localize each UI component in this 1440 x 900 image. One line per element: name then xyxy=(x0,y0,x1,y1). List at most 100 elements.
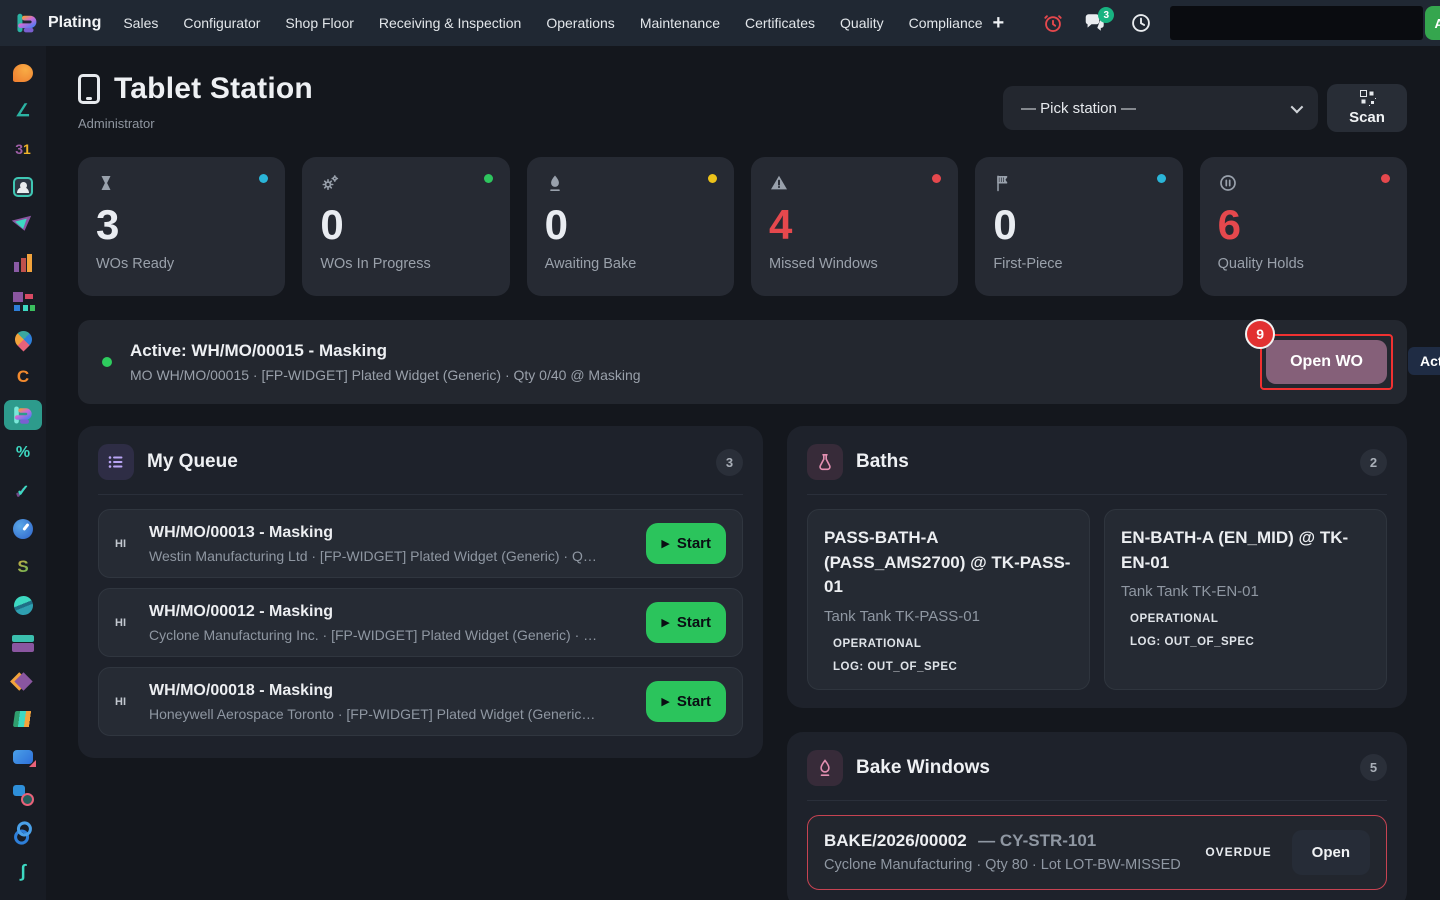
sidebar-app-discount[interactable]: % xyxy=(4,438,42,468)
priority-badge: HI xyxy=(115,617,133,629)
knowledge-icon: ∠ xyxy=(11,99,35,123)
sidebar-app-graph[interactable] xyxy=(4,248,42,278)
chat-icon[interactable]: 3 xyxy=(1078,6,1112,40)
nav-item-compliance[interactable]: Compliance xyxy=(909,15,983,31)
nav-item-quality[interactable]: Quality xyxy=(840,15,884,31)
open-button[interactable]: Open xyxy=(1292,830,1370,875)
plus-icon[interactable]: + xyxy=(983,12,1015,35)
sidebar-app-c[interactable]: C xyxy=(4,362,42,392)
bake-ref: BAKE/2026/00002 xyxy=(824,831,967,850)
sidebar-app-knowledge[interactable]: ∠ xyxy=(4,96,42,126)
divider xyxy=(807,494,1387,495)
alarm-clock-icon[interactable] xyxy=(1036,6,1070,40)
sidebar-app-sphere[interactable] xyxy=(4,590,42,620)
chat-badge: 3 xyxy=(1098,7,1114,23)
sidebar-app-dashboard[interactable] xyxy=(4,286,42,316)
stat-card-missed-windows[interactable]: 4 Missed Windows xyxy=(751,157,958,296)
redacted-search-area[interactable] xyxy=(1170,6,1423,40)
signature-icon: ∫ xyxy=(11,859,35,883)
start-button[interactable]: ▶ Start xyxy=(646,602,726,643)
nav-menu: Sales Configurator Shop Floor Receiving … xyxy=(123,15,982,31)
app-sidebar: ∠ 31 C % ✓ S ∫ xyxy=(0,46,46,900)
percent-icon: % xyxy=(11,441,35,465)
magnifier-icon xyxy=(11,783,35,807)
sidebar-app-lookup[interactable] xyxy=(4,780,42,810)
sidebar-app-calendar[interactable]: 31 xyxy=(4,134,42,164)
sidebar-app-map[interactable] xyxy=(4,324,42,354)
priority-badge: HI xyxy=(115,696,133,708)
bar-chart-icon xyxy=(11,251,35,275)
sidebar-app-presentation[interactable] xyxy=(4,742,42,772)
sidebar-app-plating-active[interactable] xyxy=(4,400,42,430)
bath-card[interactable]: PASS-BATH-A (PASS_AMS2700) @ TK-PASS-01 … xyxy=(807,509,1090,690)
flask-icon xyxy=(807,444,843,480)
stat-card-first-piece[interactable]: 0 First-Piece xyxy=(975,157,1182,296)
start-button[interactable]: ▶ Start xyxy=(646,523,726,564)
flame-icon xyxy=(807,750,843,786)
bath-title: EN-BATH-A (EN_MID) @ TK-EN-01 xyxy=(1121,526,1370,575)
sidebar-app-todo[interactable]: ✓ xyxy=(4,476,42,506)
sidebar-app-messaging[interactable] xyxy=(4,58,42,88)
sidebar-app-s[interactable]: S xyxy=(4,552,42,582)
brand[interactable]: Plating xyxy=(14,10,101,36)
stat-card-wos-ready[interactable]: 3 WOs Ready xyxy=(78,157,285,296)
warning-icon xyxy=(769,172,940,194)
stat-card-wos-in-progress[interactable]: 0 WOs In Progress xyxy=(302,157,509,296)
avatar[interactable]: A xyxy=(1425,6,1440,40)
sidebar-app-library[interactable] xyxy=(4,704,42,734)
stat-card-awaiting-bake[interactable]: 0 Awaiting Bake xyxy=(527,157,734,296)
sidebar-app-time[interactable] xyxy=(4,514,42,544)
wo-subtitle: Honeywell Aerospace Toronto · [FP-WIDGET… xyxy=(149,706,630,722)
station-picker-select[interactable]: — Pick station — xyxy=(1003,86,1318,130)
bath-status: OPERATIONAL xyxy=(824,638,1073,650)
pause-icon xyxy=(1218,172,1389,194)
page-subtitle: Administrator xyxy=(78,116,313,131)
bake-row[interactable]: BAKE/2026/00002 — CY-STR-101 Cyclone Man… xyxy=(807,815,1387,890)
sidebar-app-layers[interactable] xyxy=(4,628,42,658)
sidebar-app-overflow[interactable] xyxy=(4,894,42,900)
scan-button[interactable]: Scan xyxy=(1327,84,1407,132)
active-wo-banner: Active: WH/MO/00015 - Masking MO WH/MO/0… xyxy=(78,320,1407,404)
wo-subtitle: Westin Manufacturing Ltd · [FP-WIDGET] P… xyxy=(149,548,630,564)
nav-item-operations[interactable]: Operations xyxy=(546,15,614,31)
annotation-rect: Open WO xyxy=(1260,334,1393,390)
nav-item-maintenance[interactable]: Maintenance xyxy=(640,15,720,31)
play-icon: ▶ xyxy=(661,616,669,629)
stat-value: 4 xyxy=(769,202,940,248)
sidebar-app-sign[interactable]: ∫ xyxy=(4,856,42,886)
layers-icon xyxy=(11,631,35,655)
nav-item-shop-floor[interactable]: Shop Floor xyxy=(285,15,353,31)
my-queue-panel: My Queue 3 HI WH/MO/00013 - Masking West… xyxy=(78,426,763,758)
wo-title: WH/MO/00012 - Masking xyxy=(149,603,630,621)
queue-row[interactable]: HI WH/MO/00018 - Masking Honeywell Aeros… xyxy=(98,667,743,736)
bake-title: Bake Windows xyxy=(856,757,990,779)
bake-count-badge: 5 xyxy=(1360,754,1387,781)
queue-row[interactable]: HI WH/MO/00013 - Masking Westin Manufact… xyxy=(98,509,743,578)
play-icon: ▶ xyxy=(661,537,669,550)
nav-item-receiving-inspection[interactable]: Receiving & Inspection xyxy=(379,15,521,31)
nav-item-certificates[interactable]: Certificates xyxy=(745,15,815,31)
sidebar-app-links[interactable] xyxy=(4,818,42,848)
queue-row[interactable]: HI WH/MO/00012 - Masking Cyclone Manufac… xyxy=(98,588,743,657)
annotation-badge: 9 xyxy=(1245,319,1275,349)
flag-icon xyxy=(993,172,1164,194)
nav-item-configurator[interactable]: Configurator xyxy=(183,15,260,31)
crm-icon xyxy=(11,213,35,237)
calendar-icon: 31 xyxy=(11,137,35,161)
map-pin-icon xyxy=(11,327,35,351)
stat-card-quality-holds[interactable]: 6 Quality Holds xyxy=(1200,157,1407,296)
bath-card[interactable]: EN-BATH-A (EN_MID) @ TK-EN-01 Tank Tank … xyxy=(1104,509,1387,690)
open-wo-button[interactable]: Open WO xyxy=(1266,340,1387,384)
activity-clock-icon[interactable] xyxy=(1124,6,1158,40)
globe-icon xyxy=(12,594,35,617)
sidebar-app-box[interactable] xyxy=(4,666,42,696)
start-button[interactable]: ▶ Start xyxy=(646,681,726,722)
stat-value: 3 xyxy=(96,202,267,248)
brand-name: Plating xyxy=(48,14,101,32)
sidebar-app-crm[interactable] xyxy=(4,210,42,240)
stat-label: First-Piece xyxy=(993,256,1164,272)
sidebar-app-contacts[interactable] xyxy=(4,172,42,202)
check-icon: ✓ xyxy=(11,479,35,503)
messaging-icon xyxy=(13,64,33,82)
nav-item-sales[interactable]: Sales xyxy=(123,15,158,31)
